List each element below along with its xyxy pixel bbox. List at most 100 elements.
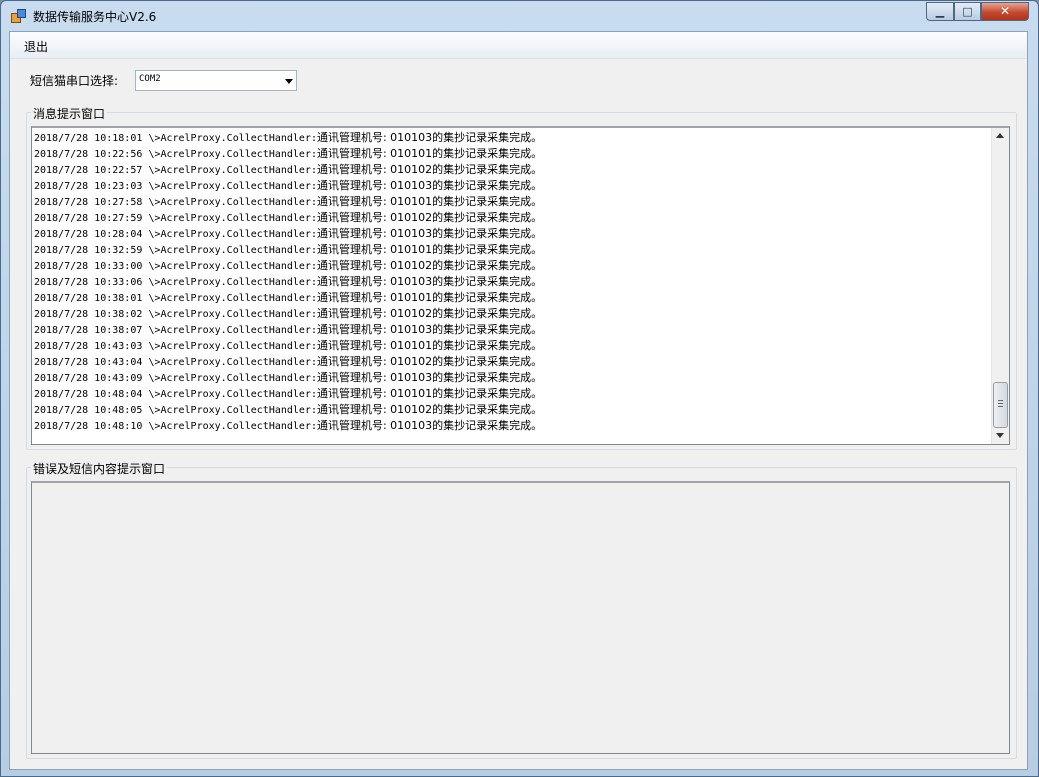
log-time: 2018/7/28 10:38:02 <box>34 309 143 320</box>
log-line: 2018/7/28 10:22:57 \>AcrelProxy.CollectH… <box>34 162 994 178</box>
log-message: 通讯管理机号: 010103的集抄记录采集完成。 <box>316 227 543 240</box>
log-time: 2018/7/28 10:23:03 <box>34 181 143 192</box>
log-source: \>AcrelProxy.CollectHandler: <box>148 341 317 352</box>
log-line: 2018/7/28 10:48:05 \>AcrelProxy.CollectH… <box>34 402 994 418</box>
error-panel: 错误及短信内容提示窗口 <box>26 460 1017 759</box>
log-time: 2018/7/28 10:33:06 <box>34 277 143 288</box>
log-message: 通讯管理机号: 010101的集抄记录采集完成。 <box>316 387 543 400</box>
log-source: \>AcrelProxy.CollectHandler: <box>148 325 317 336</box>
title-bar[interactable]: 数据传输服务中心V2.6 ▁ □ ✕ <box>1 1 1038 31</box>
log-message: 通讯管理机号: 010101的集抄记录采集完成。 <box>316 243 543 256</box>
log-source: \>AcrelProxy.CollectHandler: <box>148 277 317 288</box>
log-source: \>AcrelProxy.CollectHandler: <box>148 149 317 160</box>
log-time: 2018/7/28 10:43:03 <box>34 341 143 352</box>
log-time: 2018/7/28 10:22:56 <box>34 149 143 160</box>
log-line: 2018/7/28 10:23:03 \>AcrelProxy.CollectH… <box>34 178 994 194</box>
log-time: 2018/7/28 10:33:00 <box>34 261 143 272</box>
port-select-value: COM2 <box>139 74 161 84</box>
log-time: 2018/7/28 10:38:01 <box>34 293 143 304</box>
log-message: 通讯管理机号: 010101的集抄记录采集完成。 <box>316 339 543 352</box>
log-time: 2018/7/28 10:22:57 <box>34 165 143 176</box>
log-time: 2018/7/28 10:48:10 <box>34 421 143 432</box>
menu-bar: 退出 <box>10 32 1027 59</box>
log-message: 通讯管理机号: 010102的集抄记录采集完成。 <box>316 163 543 176</box>
log-line: 2018/7/28 10:38:01 \>AcrelProxy.CollectH… <box>34 290 994 306</box>
message-log-lines: 2018/7/28 10:18:01 \>AcrelProxy.CollectH… <box>34 130 994 434</box>
log-line: 2018/7/28 10:38:07 \>AcrelProxy.CollectH… <box>34 322 994 338</box>
log-source: \>AcrelProxy.CollectHandler: <box>148 133 317 144</box>
log-source: \>AcrelProxy.CollectHandler: <box>148 165 317 176</box>
maximize-button[interactable]: □ <box>954 2 981 21</box>
dropdown-arrow-icon[interactable] <box>285 79 293 84</box>
log-time: 2018/7/28 10:43:04 <box>34 357 143 368</box>
log-line: 2018/7/28 10:43:09 \>AcrelProxy.CollectH… <box>34 370 994 386</box>
log-message: 通讯管理机号: 010102的集抄记录采集完成。 <box>316 211 543 224</box>
log-message: 通讯管理机号: 010103的集抄记录采集完成。 <box>316 275 543 288</box>
log-message: 通讯管理机号: 010103的集抄记录采集完成。 <box>316 419 543 432</box>
message-log-scrollbar[interactable] <box>991 128 1009 444</box>
scroll-down-arrow-icon[interactable] <box>996 433 1004 438</box>
log-source: \>AcrelProxy.CollectHandler: <box>148 293 317 304</box>
log-time: 2018/7/28 10:38:07 <box>34 325 143 336</box>
log-message: 通讯管理机号: 010103的集抄记录采集完成。 <box>316 323 543 336</box>
log-line: 2018/7/28 10:18:01 \>AcrelProxy.CollectH… <box>34 130 994 146</box>
log-source: \>AcrelProxy.CollectHandler: <box>148 405 317 416</box>
log-time: 2018/7/28 10:18:01 <box>34 133 143 144</box>
log-source: \>AcrelProxy.CollectHandler: <box>148 197 317 208</box>
app-icon[interactable] <box>11 9 26 23</box>
log-line: 2018/7/28 10:48:04 \>AcrelProxy.CollectH… <box>34 386 994 402</box>
log-time: 2018/7/28 10:43:09 <box>34 373 143 384</box>
log-message: 通讯管理机号: 010102的集抄记录采集完成。 <box>316 259 543 272</box>
port-select-dropdown[interactable]: COM2 <box>135 70 297 91</box>
error-sms-textbox[interactable] <box>31 481 1010 754</box>
log-source: \>AcrelProxy.CollectHandler: <box>148 373 317 384</box>
log-message: 通讯管理机号: 010102的集抄记录采集完成。 <box>316 355 543 368</box>
log-source: \>AcrelProxy.CollectHandler: <box>148 261 317 272</box>
log-time: 2018/7/28 10:48:04 <box>34 389 143 400</box>
log-line: 2018/7/28 10:27:58 \>AcrelProxy.CollectH… <box>34 194 994 210</box>
log-time: 2018/7/28 10:27:58 <box>34 197 143 208</box>
minimize-button[interactable]: ▁ <box>926 2 954 21</box>
window-title: 数据传输服务中心V2.6 <box>33 10 157 24</box>
log-source: \>AcrelProxy.CollectHandler: <box>148 309 317 320</box>
error-panel-title: 错误及短信内容提示窗口 <box>31 460 168 477</box>
log-source: \>AcrelProxy.CollectHandler: <box>148 357 317 368</box>
message-log-textbox[interactable]: 2018/7/28 10:18:01 \>AcrelProxy.CollectH… <box>31 126 1010 445</box>
log-message: 通讯管理机号: 010101的集抄记录采集完成。 <box>316 147 543 160</box>
log-line: 2018/7/28 10:22:56 \>AcrelProxy.CollectH… <box>34 146 994 162</box>
log-source: \>AcrelProxy.CollectHandler: <box>148 229 317 240</box>
log-line: 2018/7/28 10:33:06 \>AcrelProxy.CollectH… <box>34 274 994 290</box>
port-select-label: 短信猫串口选择: <box>30 74 119 88</box>
message-panel: 消息提示窗口 2018/7/28 10:18:01 \>AcrelProxy.C… <box>26 105 1017 450</box>
log-source: \>AcrelProxy.CollectHandler: <box>148 245 317 256</box>
log-source: \>AcrelProxy.CollectHandler: <box>148 181 317 192</box>
log-message: 通讯管理机号: 010103的集抄记录采集完成。 <box>316 131 543 144</box>
log-line: 2018/7/28 10:28:04 \>AcrelProxy.CollectH… <box>34 226 994 242</box>
menu-item-exit[interactable]: 退出 <box>20 38 52 55</box>
message-panel-title: 消息提示窗口 <box>31 105 108 122</box>
log-message: 通讯管理机号: 010101的集抄记录采集完成。 <box>316 195 543 208</box>
log-line: 2018/7/28 10:38:02 \>AcrelProxy.CollectH… <box>34 306 994 322</box>
log-source: \>AcrelProxy.CollectHandler: <box>148 213 317 224</box>
log-line: 2018/7/28 10:27:59 \>AcrelProxy.CollectH… <box>34 210 994 226</box>
log-message: 通讯管理机号: 010103的集抄记录采集完成。 <box>316 371 543 384</box>
log-time: 2018/7/28 10:32:59 <box>34 245 143 256</box>
log-line: 2018/7/28 10:43:04 \>AcrelProxy.CollectH… <box>34 354 994 370</box>
log-source: \>AcrelProxy.CollectHandler: <box>148 421 317 432</box>
log-line: 2018/7/28 10:43:03 \>AcrelProxy.CollectH… <box>34 338 994 354</box>
log-source: \>AcrelProxy.CollectHandler: <box>148 389 317 400</box>
scroll-thumb[interactable] <box>993 382 1008 428</box>
log-time: 2018/7/28 10:28:04 <box>34 229 143 240</box>
client-area: 退出 短信猫串口选择: COM2 消息提示窗口 2018/7/28 10:18:… <box>9 31 1028 770</box>
scroll-up-arrow-icon[interactable] <box>996 133 1004 138</box>
log-message: 通讯管理机号: 010103的集抄记录采集完成。 <box>316 179 543 192</box>
log-time: 2018/7/28 10:27:59 <box>34 213 143 224</box>
app-window: 数据传输服务中心V2.6 ▁ □ ✕ 退出 短信猫串口选择: COM2 消息提示… <box>0 0 1039 777</box>
log-message: 通讯管理机号: 010102的集抄记录采集完成。 <box>316 403 543 416</box>
log-message: 通讯管理机号: 010101的集抄记录采集完成。 <box>316 291 543 304</box>
log-line: 2018/7/28 10:48:10 \>AcrelProxy.CollectH… <box>34 418 994 434</box>
close-button[interactable]: ✕ <box>981 2 1029 21</box>
log-line: 2018/7/28 10:33:00 \>AcrelProxy.CollectH… <box>34 258 994 274</box>
log-time: 2018/7/28 10:48:05 <box>34 405 143 416</box>
log-message: 通讯管理机号: 010102的集抄记录采集完成。 <box>316 307 543 320</box>
